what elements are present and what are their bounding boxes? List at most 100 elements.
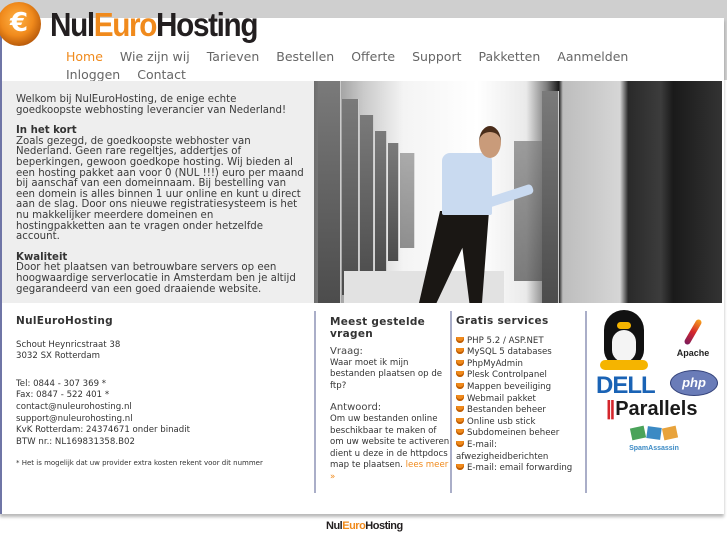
service-label: Mappen beveiliging xyxy=(467,381,552,392)
faq-title: Meest gestelde vragen xyxy=(330,316,426,340)
footer-logo-nul: Nul xyxy=(326,520,343,532)
main-nav: Home Wie zijn wij Tarieven Bestellen Offerte… xyxy=(66,48,706,84)
column-divider xyxy=(450,311,452,493)
server-rack xyxy=(318,81,341,303)
answer-text: Om uw bestanden online beschikbaar te ma… xyxy=(330,414,450,484)
logo-part-nul: Nul xyxy=(50,6,95,43)
support-email[interactable]: support@nuleurohosting.nl xyxy=(16,414,296,426)
server-rack xyxy=(342,99,359,295)
server-rack xyxy=(400,153,415,248)
faq-column: Meest gestelde vragen Vraag: Waar moet i… xyxy=(330,305,450,484)
service-label: Bestanden beheer xyxy=(467,405,546,416)
contact-email[interactable]: contact@nuleurohosting.nl xyxy=(16,402,296,414)
man-figure-shirt xyxy=(442,153,492,215)
service-item: Subdomeinen beheer xyxy=(456,428,586,440)
bullet-icon xyxy=(456,336,464,343)
bullet-icon xyxy=(456,371,464,378)
service-label: Subdomeinen beheer xyxy=(467,428,560,439)
bullet-icon xyxy=(456,348,464,355)
address-line-1: Schout Heynricstraat 38 xyxy=(16,339,121,350)
euro-glyph: € xyxy=(9,8,29,38)
nav-pakketten[interactable]: Pakketten xyxy=(479,48,541,66)
bullet-icon xyxy=(456,359,464,366)
service-item: MySQL 5 databases xyxy=(456,347,586,359)
service-item: Bestanden beheer xyxy=(456,405,586,417)
bullet-icon xyxy=(456,429,464,436)
nav-support[interactable]: Support xyxy=(412,48,461,66)
contact-title: NulEuroHosting xyxy=(16,315,113,327)
service-label: PHP 5.2 / ASP.NET xyxy=(467,335,544,346)
bullet-icon xyxy=(456,406,464,413)
envelope-icon xyxy=(629,425,647,441)
services-list: PHP 5.2 / ASP.NET MySQL 5 databases PhpM… xyxy=(456,336,586,475)
nav-home[interactable]: Home xyxy=(66,48,103,66)
server-rack xyxy=(375,131,387,271)
column-divider xyxy=(585,311,587,493)
nav-offerte[interactable]: Offerte xyxy=(351,48,395,66)
welcome-text: Welkom bij NulEuroHosting, de enige echt… xyxy=(16,94,287,116)
logo-part-hosting: Hosting xyxy=(156,6,258,43)
service-item: E-mail: email forwarding xyxy=(456,463,586,475)
tux-feet xyxy=(600,360,648,370)
envelope-icon xyxy=(646,426,662,440)
logo-part-euro: Euro xyxy=(93,6,158,43)
service-label: Webmail pakket xyxy=(467,393,536,404)
column-divider xyxy=(314,311,316,493)
service-label: PhpMyAdmin xyxy=(467,358,523,369)
service-label: E-mail: email forwarding xyxy=(467,463,573,474)
footer-logo-hosting: Hosting xyxy=(365,520,403,532)
service-label: MySQL 5 databases xyxy=(467,347,552,358)
parallels-logo: || Parallels xyxy=(606,398,698,421)
question-label: Vraag: xyxy=(330,346,363,357)
nav-bestellen[interactable]: Bestellen xyxy=(276,48,334,66)
footer-logo[interactable]: NulEuroHosting xyxy=(326,520,403,532)
services-title: Gratis services xyxy=(456,315,549,327)
service-label: Online usb stick xyxy=(467,416,536,427)
php-logo: php xyxy=(670,370,718,396)
parallels-label: Parallels xyxy=(615,398,698,420)
phone-number: Tel: 0844 - 307 369 * xyxy=(16,378,107,389)
nav-aanmelden[interactable]: Aanmelden xyxy=(557,48,628,66)
question-text: Waar moet ik mijn bestanden plaatsen op … xyxy=(330,357,443,391)
server-rack xyxy=(514,141,543,281)
server-rack xyxy=(542,91,559,303)
service-item: Plesk Controlpanel xyxy=(456,370,586,382)
kvk-number: KvK Rotterdam: 24374671 onder binadit xyxy=(16,425,191,436)
section-text-in-het-kort: Zoals gezegd, de goedkoopste webhoster v… xyxy=(16,135,304,243)
nav-tarieven[interactable]: Tarieven xyxy=(207,48,260,66)
service-item: Online usb stick xyxy=(456,417,586,429)
service-item: Mappen beveiliging xyxy=(456,382,586,394)
service-label: Plesk Controlpanel xyxy=(467,370,547,381)
site-logo[interactable]: NulEuroHosting xyxy=(50,6,259,44)
fax-number: Fax: 0847 - 522 401 * xyxy=(16,390,110,401)
server-rack xyxy=(388,143,399,261)
btw-number: BTW nr.: NL169831358.B02 xyxy=(16,436,135,447)
service-item: Webmail pakket xyxy=(456,394,586,406)
service-label: E-mail: afwezigheidberichten xyxy=(456,439,549,462)
service-item: PHP 5.2 / ASP.NET xyxy=(456,336,586,348)
service-item: E-mail: afwezigheidberichten xyxy=(456,440,586,463)
section-text-kwaliteit: Door het plaatsen van betrouwbare server… xyxy=(16,262,296,295)
service-item: PhpMyAdmin xyxy=(456,359,586,371)
server-rack xyxy=(360,115,374,283)
answer-label: Antwoord: xyxy=(330,402,382,414)
dell-logo: DELL xyxy=(596,372,656,399)
man-figure-head xyxy=(479,126,501,158)
address-line-2: 3032 SX Rotterdam xyxy=(16,351,101,362)
bullet-icon xyxy=(456,394,464,401)
apache-logo: Apache xyxy=(672,318,714,358)
tux-belly xyxy=(612,330,636,362)
bullet-icon xyxy=(456,382,464,389)
spamassassin-logo: SpamAssassin xyxy=(614,424,694,452)
partner-logos: Apache DELL php || Parallels SpamAssassin xyxy=(592,308,722,468)
envelope-icon xyxy=(661,425,679,441)
bullet-icon xyxy=(456,417,464,424)
nav-wie-zijn-wij[interactable]: Wie zijn wij xyxy=(120,48,190,66)
apache-label: Apache xyxy=(676,348,710,358)
services-column: Gratis services PHP 5.2 / ASP.NET MySQL … xyxy=(456,305,586,475)
tux-beak xyxy=(617,322,631,329)
footer-logo-euro: Euro xyxy=(342,520,366,532)
apache-feather-icon xyxy=(683,318,703,346)
contact-column: NulEuroHosting Schout Heynricstraat 38 3… xyxy=(16,305,296,470)
intro-panel: Welkom bij NulEuroHosting, de enige echt… xyxy=(2,81,314,303)
